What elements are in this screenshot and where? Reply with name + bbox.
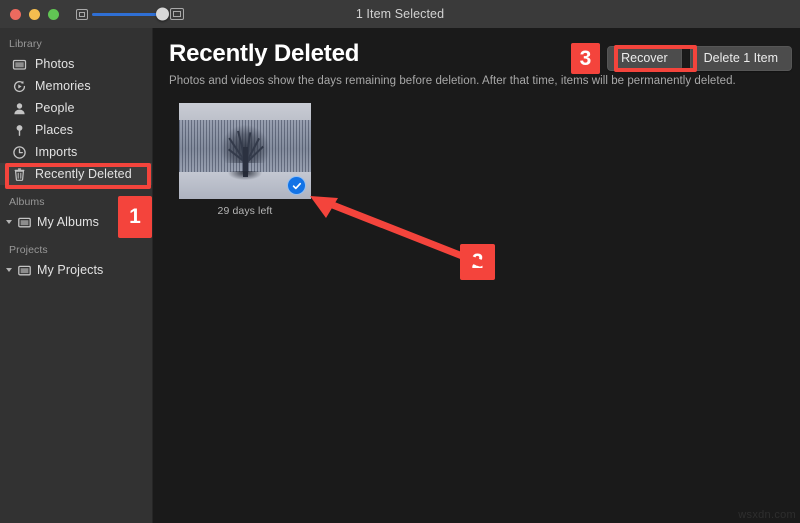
zoom-slider-track[interactable] [92,7,169,21]
sidebar-item-label: Memories [35,79,91,93]
thumbnail-zoom-slider[interactable] [76,7,184,21]
photos-icon [12,57,27,72]
sidebar-item-memories[interactable]: Memories [0,75,152,97]
page-subtitle: Photos and videos show the days remainin… [169,75,736,87]
sidebar-item-label: Places [35,123,74,137]
photo-caption: 29 days left [217,205,273,217]
sidebar-item-people[interactable]: People [0,97,152,119]
sidebar: Library Photos Memories People Places Im… [0,28,153,523]
sidebar-item-my-projects[interactable]: My Projects [0,259,152,281]
sidebar-item-label: Photos [35,57,75,71]
folder-icon [17,263,32,278]
people-icon [12,101,27,116]
large-thumbnail-icon [170,8,184,20]
places-pin-icon [12,123,27,138]
photo-grid: 29 days left [179,103,311,217]
page-title: Recently Deleted [169,40,360,67]
sidebar-item-label: My Albums [37,215,100,229]
sidebar-item-label: Recently Deleted [35,167,132,181]
photos-app-window: 1 Item Selected Library Photos Memories … [0,0,800,523]
close-button[interactable] [10,8,21,20]
imports-clock-icon [12,145,27,160]
sidebar-item-photos[interactable]: Photos [0,53,152,75]
toolbar-actions: Recover Delete 1 Item [607,46,792,71]
sidebar-item-label: My Projects [37,263,104,277]
delete-button[interactable]: Delete 1 Item [689,46,792,71]
chevron-down-icon[interactable] [6,220,12,224]
recover-button[interactable]: Recover [607,46,682,71]
photo-cell[interactable]: 29 days left [179,103,311,217]
title-bar: 1 Item Selected [0,0,800,29]
sidebar-item-imports[interactable]: Imports [0,141,152,163]
trash-icon [12,167,27,182]
sidebar-item-places[interactable]: Places [0,119,152,141]
sidebar-section-library: Library [9,38,42,50]
maximize-button[interactable] [48,8,59,20]
thumbnail-tree-base [228,170,262,180]
small-thumbnail-icon [76,8,88,20]
minimize-button[interactable] [29,8,40,20]
photo-thumbnail[interactable] [179,103,311,199]
memories-icon [12,79,27,94]
sidebar-item-recently-deleted[interactable]: Recently Deleted [0,163,152,185]
zoom-slider-knob[interactable] [156,7,169,21]
selection-checkmark-icon[interactable] [287,176,306,195]
sidebar-item-label: People [35,101,75,115]
watermark: wsxdn.com [738,509,796,521]
annotation-step-2: 2 [460,244,495,280]
annotation-step-1: 1 [118,196,152,238]
sidebar-item-label: Imports [35,145,78,159]
chevron-down-icon[interactable] [6,268,12,272]
annotation-step-3: 3 [571,43,600,74]
folder-icon [17,215,32,230]
window-controls [10,8,59,20]
